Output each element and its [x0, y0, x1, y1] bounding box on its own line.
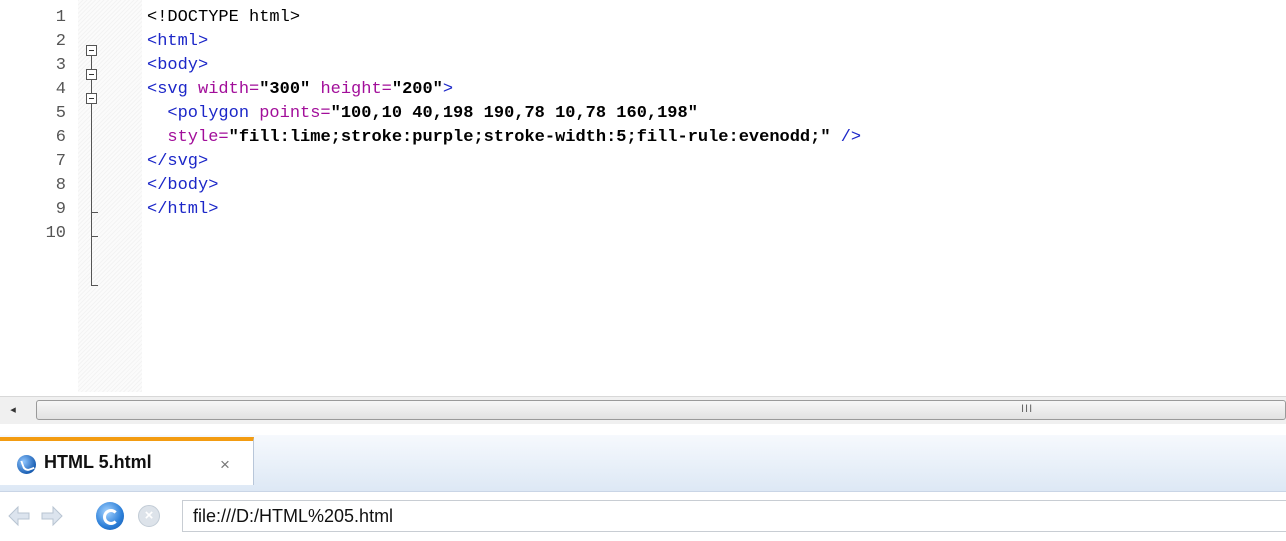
code-token: <!DOCTYPE html> [147, 8, 301, 27]
browser-nav-bar: × file:///D:/HTML%205.html [0, 492, 1286, 541]
code-token: "300" [259, 80, 311, 99]
tab-title: HTML 5.html [44, 452, 152, 472]
code-token: width= [198, 80, 260, 99]
fold-line [91, 56, 92, 69]
stop-icon[interactable]: × [138, 505, 160, 527]
fold-line [91, 104, 92, 286]
scroll-left-arrow-icon[interactable]: ◂ [6, 403, 20, 417]
line-number: 2 [55, 32, 66, 51]
code-line[interactable]: <polygon points="100,10 40,198 190,78 10… [147, 102, 698, 126]
line-number: 8 [55, 176, 66, 195]
tab-close-icon[interactable]: × [220, 455, 230, 475]
fold-gutter [78, 0, 142, 392]
line-number: 9 [55, 200, 66, 219]
code-editor[interactable]: 1 2 3 4 5 6 7 8 9 10 <!DOCTYPE html> <html> <body> <… [0, 0, 1286, 392]
code-token: "fill:lime;stroke:purple;stroke-width:5;… [228, 128, 831, 147]
code-token: "100,10 40,198 190,78 10,78 160,198" [330, 104, 698, 123]
code-token: "200" [391, 80, 443, 99]
code-line[interactable]: <body> [147, 54, 208, 78]
scroll-grip: III [1021, 403, 1034, 415]
code-line[interactable]: style="fill:lime;stroke:purple;stroke-wi… [147, 126, 861, 150]
code-token: height= [310, 80, 392, 99]
code-line[interactable]: <html> [147, 30, 208, 54]
reload-icon[interactable] [96, 502, 124, 530]
back-arrow-icon[interactable] [7, 505, 31, 527]
code-token: <html> [147, 32, 209, 51]
fold-line [91, 80, 92, 93]
line-number: 3 [55, 56, 66, 75]
code-line[interactable]: </body> [147, 174, 218, 198]
scroll-thumb[interactable]: III [36, 400, 1286, 420]
code-line[interactable]: </html> [147, 198, 218, 222]
code-token: points= [259, 104, 331, 123]
line-number: 5 [55, 104, 66, 123]
line-number: 6 [55, 128, 66, 147]
line-number: 10 [45, 224, 66, 243]
browser-globe-icon [17, 455, 36, 474]
line-number: 7 [55, 152, 66, 171]
code-token: <polygon [147, 104, 260, 123]
tab-html5[interactable]: HTML 5.html × [0, 437, 254, 485]
forward-arrow-icon[interactable] [40, 505, 64, 527]
code-token: <body> [147, 56, 209, 75]
code-line[interactable]: <!DOCTYPE html> [147, 6, 300, 30]
fold-toggle-body[interactable] [86, 69, 97, 80]
code-token: </html> [147, 200, 219, 219]
code-line[interactable]: <svg width="300" height="200"> [147, 78, 453, 102]
code-token: </body> [147, 176, 219, 195]
code-token: /> [830, 128, 862, 147]
code-line[interactable]: </svg> [147, 150, 208, 174]
code-token: <svg [147, 80, 199, 99]
code-token: > [442, 80, 454, 99]
fold-toggle-svg[interactable] [86, 93, 97, 104]
fold-toggle-html[interactable] [86, 45, 97, 56]
fold-end-marker [91, 236, 98, 237]
fold-end-marker [91, 212, 98, 213]
fold-end-marker [91, 285, 98, 286]
browser-tab-bar: HTML 5.html × [0, 435, 1286, 492]
url-text: file:///D:/HTML%205.html [193, 506, 394, 526]
horizontal-scrollbar[interactable]: ◂ III [0, 396, 1286, 424]
line-number: 4 [55, 80, 66, 99]
code-token: style= [147, 128, 229, 147]
line-number: 1 [55, 8, 66, 27]
code-token: </svg> [147, 152, 209, 171]
address-bar[interactable]: file:///D:/HTML%205.html [182, 500, 1286, 532]
